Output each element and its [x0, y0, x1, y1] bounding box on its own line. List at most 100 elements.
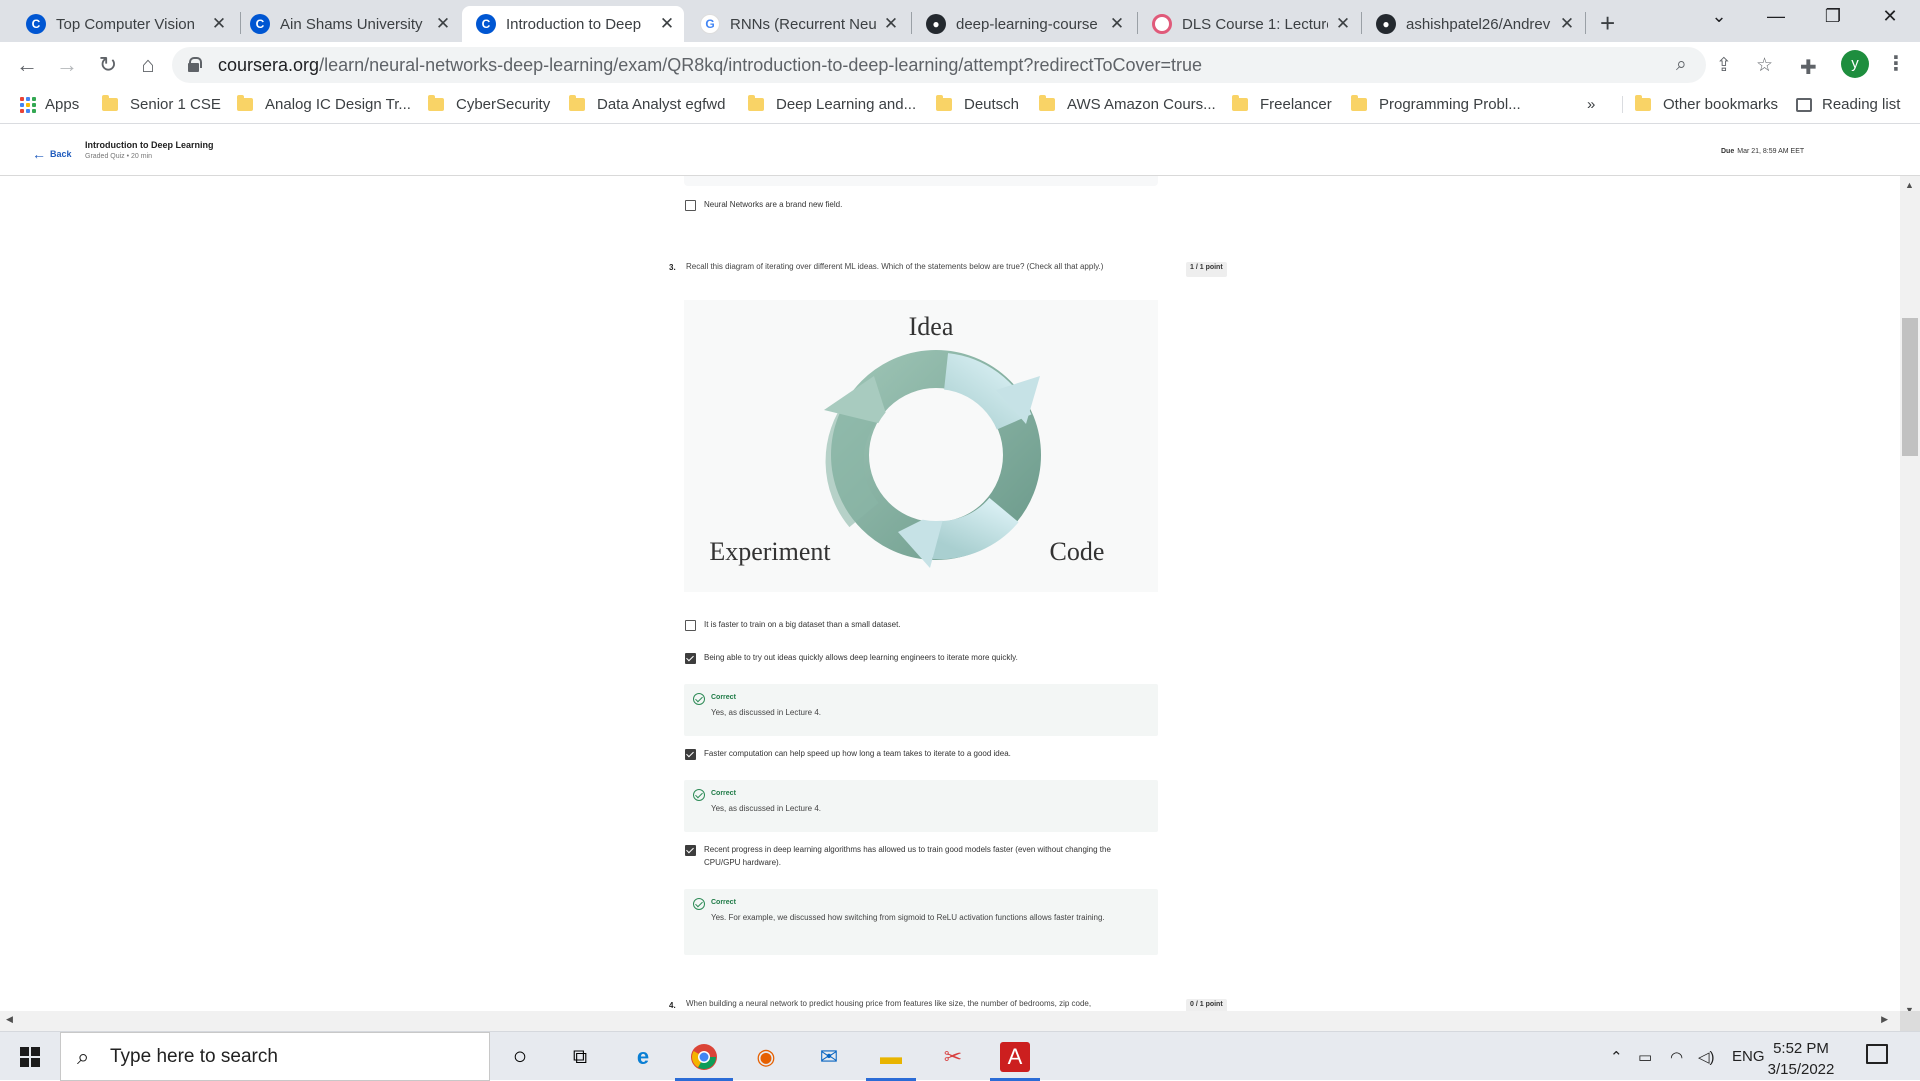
checkbox-checked[interactable] [685, 653, 696, 664]
chrome-icon[interactable] [689, 1042, 719, 1072]
scroll-up-arrow-icon[interactable]: ▲ [1905, 180, 1914, 190]
back-arrow-icon[interactable]: ← [14, 53, 40, 77]
close-tab-icon[interactable]: ✕ [434, 15, 452, 33]
back-link[interactable]: ← Back [32, 146, 72, 162]
folder-icon [1635, 95, 1651, 111]
bookmark-label: Analog IC Design Tr... [265, 96, 411, 113]
bookmark-folder[interactable]: Deep Learning and... [748, 95, 916, 113]
iteration-cycle-svg: Idea Experiment Code [709, 312, 1104, 568]
reading-list[interactable]: Reading list [1796, 96, 1900, 113]
back-label: Back [50, 149, 72, 159]
checkbox[interactable] [685, 200, 696, 211]
url-text[interactable]: coursera.org/learn/neural-networks-deep-… [218, 55, 1202, 76]
feedback-title: Correct [711, 694, 736, 701]
bookmark-apps[interactable]: Apps [20, 96, 79, 113]
task-view-icon[interactable]: ⧉ [565, 1042, 595, 1072]
home-icon[interactable]: ⌂ [135, 53, 161, 77]
bookmarks-overflow-button[interactable]: » [1587, 96, 1595, 113]
close-tab-icon[interactable]: ✕ [1108, 15, 1126, 33]
share-icon[interactable]: ⇪ [1716, 54, 1732, 77]
bookmark-label: CyberSecurity [456, 96, 551, 113]
previous-feedback-box [684, 176, 1158, 186]
folder-icon [1039, 95, 1055, 111]
snipping-tool-icon[interactable]: ✂ [938, 1042, 968, 1072]
close-tab-icon[interactable]: ✕ [210, 15, 228, 33]
firefox-icon[interactable]: ◉ [751, 1042, 781, 1072]
profile-avatar[interactable]: y [1841, 50, 1869, 78]
folder-icon [569, 95, 585, 111]
close-tab-icon[interactable]: ✕ [1334, 15, 1352, 33]
quiz-subtitle: Graded Quiz • 20 min [85, 153, 153, 160]
bookmark-label: Programming Probl... [1379, 96, 1521, 113]
forward-arrow-icon[interactable]: → [54, 53, 80, 77]
tab-search-icon[interactable]: ⌄ [1696, 6, 1742, 27]
battery-icon[interactable]: ▭ [1638, 1048, 1652, 1066]
bookmark-folder[interactable]: Freelancer [1232, 95, 1332, 113]
edge-icon[interactable]: e [628, 1042, 658, 1072]
new-tab-button[interactable]: + [1600, 8, 1615, 39]
mail-icon[interactable]: ✉ [814, 1042, 844, 1072]
address-bar[interactable]: coursera.org/learn/neural-networks-deep-… [172, 47, 1773, 83]
acrobat-icon[interactable]: A [1000, 1042, 1030, 1072]
taskbar-clock[interactable]: 5:52 PM 3/15/2022 [1756, 1038, 1846, 1080]
other-bookmarks[interactable]: Other bookmarks [1622, 95, 1778, 113]
bookmark-star-icon[interactable]: ☆ [1756, 54, 1773, 77]
folder-icon [936, 95, 952, 111]
back-arrow-icon: ← [32, 146, 46, 162]
close-tab-icon[interactable]: ✕ [1558, 15, 1576, 33]
wifi-icon[interactable]: ◠ [1670, 1048, 1683, 1066]
checkbox-checked[interactable] [685, 749, 696, 760]
tab-label: Introduction to Deep [506, 15, 642, 33]
minimize-button[interactable]: — [1753, 6, 1799, 27]
tab-top-computer-vision[interactable]: C Top Computer Vision ✕ [12, 6, 236, 42]
tab-ain-shams-university[interactable]: C Ain Shams University ✕ [236, 6, 460, 42]
cortana-icon[interactable]: ○ [505, 1042, 535, 1072]
scroll-left-arrow-icon[interactable]: ◀ [6, 1014, 13, 1025]
clock-date: 3/15/2022 [1767, 1061, 1835, 1078]
windows-start-icon[interactable] [20, 1047, 40, 1067]
horizontal-scrollbar[interactable]: ◀ ▶ [0, 1011, 1900, 1031]
bookmark-folder[interactable]: Deutsch [936, 95, 1019, 113]
coursera-icon: C [250, 14, 270, 34]
checkbox[interactable] [685, 620, 696, 631]
tab-rnns[interactable]: G RNNs (Recurrent Neu ✕ [686, 6, 908, 42]
feedback-text: Yes, as discussed in Lecture 4. [711, 804, 821, 813]
windows-taskbar: ⌕ Type here to search ○ ⧉ e ◉ ✉ ▬ ✂ A ⌃ … [0, 1031, 1920, 1081]
feedback-correct: Correct Yes. For example, we discussed h… [684, 889, 1158, 955]
file-explorer-icon[interactable]: ▬ [876, 1042, 906, 1072]
scrollbar-corner [1900, 1011, 1920, 1031]
tab-deep-learning-course[interactable]: ● deep-learning-course ✕ [912, 6, 1134, 42]
checkbox-checked[interactable] [685, 845, 696, 856]
scrollbar-thumb[interactable] [1902, 318, 1918, 456]
tab-ashishpatel26[interactable]: ● ashishpatel26/Andrev ✕ [1362, 6, 1584, 42]
show-hidden-icons-icon[interactable]: ⌃ [1610, 1048, 1623, 1066]
option-text: Being able to try out ideas quickly allo… [704, 653, 1018, 662]
bookmark-folder[interactable]: Programming Probl... [1351, 95, 1521, 113]
bookmark-folder[interactable]: Analog IC Design Tr... [237, 95, 411, 113]
chrome-menu-icon[interactable]: ⋮ [1886, 51, 1906, 76]
quiz-content: Neural Networks are a brand new field. 3… [0, 176, 1900, 1015]
close-tab-icon[interactable]: ✕ [658, 15, 676, 33]
bookmark-folder[interactable]: Data Analyst egfwd [569, 95, 725, 113]
tab-dls-course-1[interactable]: DLS Course 1: Lecture ✕ [1138, 6, 1360, 42]
vertical-scrollbar[interactable]: ▲ ▼ [1900, 176, 1920, 1015]
lock-icon[interactable] [188, 57, 202, 72]
volume-icon[interactable]: ◁) [1698, 1048, 1715, 1066]
notification-center-icon[interactable] [1866, 1044, 1888, 1064]
taskbar-search-box[interactable]: ⌕ Type here to search [60, 1032, 490, 1081]
quiz-header: ← Back Introduction to Deep Learning Grad… [0, 124, 1920, 176]
extensions-puzzle-icon[interactable]: ✚ [1800, 55, 1817, 80]
bookmark-folder[interactable]: AWS Amazon Cours... [1039, 95, 1216, 113]
reload-icon[interactable]: ↻ [95, 53, 121, 77]
zoom-icon[interactable]: ⌕ [1676, 54, 1687, 76]
scroll-right-arrow-icon[interactable]: ▶ [1881, 1014, 1888, 1025]
bookmark-folder[interactable]: Senior 1 CSE [102, 95, 221, 113]
tab-introduction-to-deep[interactable]: C Introduction to Deep ✕ [462, 6, 684, 42]
bookmark-folder[interactable]: CyberSecurity [428, 95, 551, 113]
feedback-title: Correct [711, 790, 736, 797]
close-window-button[interactable]: ✕ [1867, 6, 1913, 27]
question-text: Recall this diagram of iterating over di… [686, 262, 1104, 271]
restore-button[interactable]: ❐ [1810, 6, 1856, 27]
chrome-logo-svg [691, 1044, 717, 1070]
close-tab-icon[interactable]: ✕ [882, 15, 900, 33]
